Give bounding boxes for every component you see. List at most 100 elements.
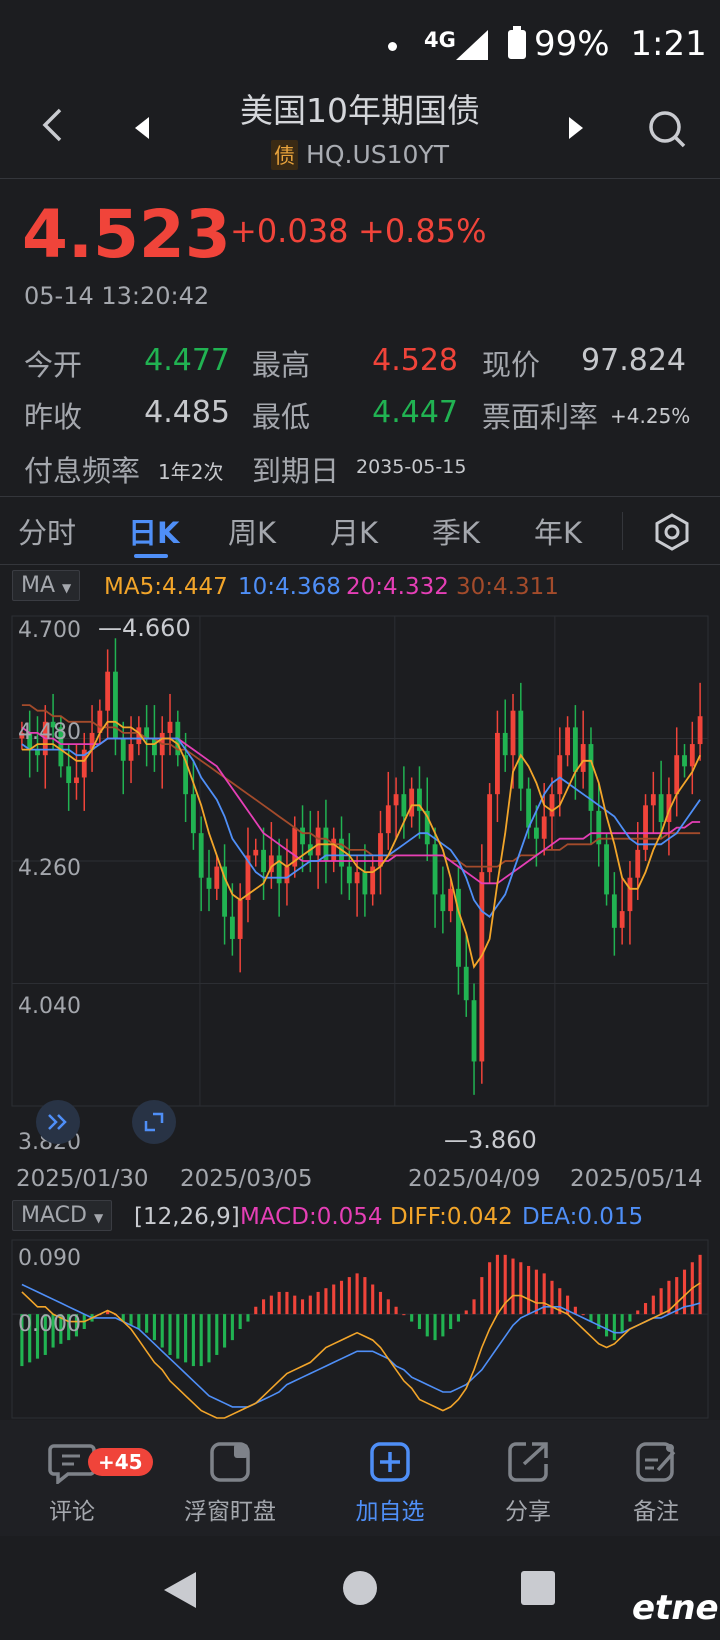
caret-down-icon: ▼ — [62, 581, 72, 595]
min-price-marker: —3.860 — [444, 1126, 537, 1154]
macd-bar — [597, 1314, 601, 1329]
diff-value: DIFF:0.042 — [390, 1204, 513, 1230]
macd-bar — [129, 1314, 133, 1326]
tab-yearly-k[interactable]: 年K — [534, 510, 582, 552]
macd-selector-label: MACD — [21, 1203, 87, 1228]
macd-bar — [456, 1314, 461, 1322]
tab-daily-k[interactable]: 日K — [128, 510, 179, 552]
share-icon — [508, 1442, 548, 1482]
period-tabs: 分时 日K 周K 月K 季K 年K — [0, 496, 720, 565]
macd-bar — [277, 1291, 281, 1315]
high-label: 最高 — [252, 348, 311, 382]
macd-bar — [215, 1314, 219, 1355]
macd-bar — [550, 1280, 554, 1315]
frequency-label: 付息频率 — [24, 454, 141, 488]
macd-bar — [363, 1277, 367, 1315]
tab-quarterly-k[interactable]: 季K — [432, 510, 480, 552]
macd-bar — [402, 1314, 406, 1316]
comments-label: 评论 — [49, 1499, 95, 1525]
macd-bar — [285, 1291, 289, 1315]
share-button[interactable]: 分享 — [468, 1440, 588, 1526]
candle-body — [674, 755, 680, 795]
candle-body — [619, 911, 625, 928]
ma5-value: MA5:4.447 — [104, 574, 228, 600]
candle-body — [502, 732, 508, 756]
macd-bar — [261, 1299, 266, 1315]
battery-and-time: 99% 1:21 — [534, 24, 707, 64]
x-tick-label: 2025/05/14 — [570, 1166, 703, 1192]
battery-percent: 99% — [534, 24, 610, 64]
bond-badge: 债 — [271, 140, 299, 170]
candle-body — [409, 788, 415, 817]
chart-settings-button[interactable] — [648, 508, 696, 556]
nav-home-icon[interactable] — [342, 1570, 378, 1606]
candle-body — [557, 755, 563, 795]
macd-bar — [604, 1314, 609, 1337]
prev-close-label: 昨收 — [24, 400, 83, 434]
macd-y-tick-label: 0.000 — [18, 1312, 81, 1337]
y-tick-label: 4.480 — [18, 720, 81, 745]
current-label: 现价 — [482, 348, 541, 382]
header-divider — [0, 178, 720, 179]
low-label: 最低 — [252, 400, 311, 434]
candle-body — [533, 827, 539, 839]
x-tick-label: 2025/03/05 — [180, 1166, 313, 1192]
candle-body — [253, 849, 259, 856]
tab-monthly-k[interactable]: 月K — [330, 510, 378, 552]
macd-chart[interactable] — [0, 1238, 720, 1420]
candle-body — [401, 794, 407, 817]
frequency-value: 1年2次 — [158, 460, 224, 484]
macd-selector[interactable]: MACD ▼ — [12, 1200, 113, 1231]
ma20-value: 20:4.332 — [346, 574, 449, 600]
comments-button[interactable]: 评论 +45 — [12, 1440, 153, 1526]
candle-body — [190, 794, 196, 834]
macd-bar — [347, 1277, 351, 1315]
macd-bar — [199, 1314, 203, 1367]
macd-bar — [293, 1295, 297, 1315]
macd-bar — [675, 1277, 679, 1315]
kline-chart[interactable] — [0, 608, 720, 1248]
candle-body — [697, 716, 703, 745]
candle-body — [565, 727, 570, 756]
active-tab-indicator — [134, 554, 168, 558]
caret-down-icon: ▼ — [93, 1211, 104, 1225]
notes-button[interactable]: 备注 — [596, 1440, 716, 1526]
candle-body — [495, 732, 500, 795]
candle-body — [229, 916, 235, 939]
candle-body — [276, 855, 282, 884]
bottom-action-bar: 评论 +45 浮窗盯盘 加自选 分享 备注 — [0, 1420, 720, 1536]
system-nav-bar — [0, 1536, 720, 1640]
add-to-watchlist-button[interactable]: 加自选 — [330, 1440, 450, 1526]
macd-bar — [441, 1314, 445, 1337]
macd-bar — [495, 1254, 499, 1315]
max-price-marker: —4.660 — [98, 614, 191, 642]
candle-body — [74, 777, 79, 784]
macd-bar — [433, 1314, 437, 1341]
macd-bar — [300, 1299, 305, 1315]
nav-recents-icon[interactable] — [520, 1570, 556, 1606]
expand-sidebar-button[interactable] — [36, 1100, 80, 1144]
tab-separator — [622, 512, 623, 550]
fullscreen-button[interactable] — [132, 1100, 176, 1144]
search-icon — [649, 111, 686, 148]
search-button[interactable] — [640, 102, 694, 156]
tab-intraday[interactable]: 分时 — [18, 510, 76, 552]
status-bar: 4G 99% 1:21 — [0, 0, 720, 90]
macd-bar — [480, 1277, 484, 1315]
macd-bar — [410, 1314, 414, 1322]
nav-back-icon[interactable] — [162, 1570, 198, 1610]
macd-bar — [223, 1314, 227, 1348]
candle-body — [463, 966, 469, 1001]
candle-body — [650, 794, 656, 806]
candle-body — [284, 866, 290, 884]
ma-selector[interactable]: MA ▼ — [12, 570, 81, 601]
candle-body — [385, 805, 391, 834]
macd-bar — [324, 1288, 328, 1315]
macd-bar — [308, 1295, 312, 1315]
tab-weekly-k[interactable]: 周K — [228, 510, 276, 552]
floating-window-button[interactable]: 浮窗盯盘 — [170, 1440, 290, 1526]
macd-bar — [488, 1262, 492, 1315]
macd-bar — [355, 1273, 359, 1315]
next-security-button[interactable] — [558, 108, 594, 148]
last-price: 4.523 — [22, 196, 231, 273]
